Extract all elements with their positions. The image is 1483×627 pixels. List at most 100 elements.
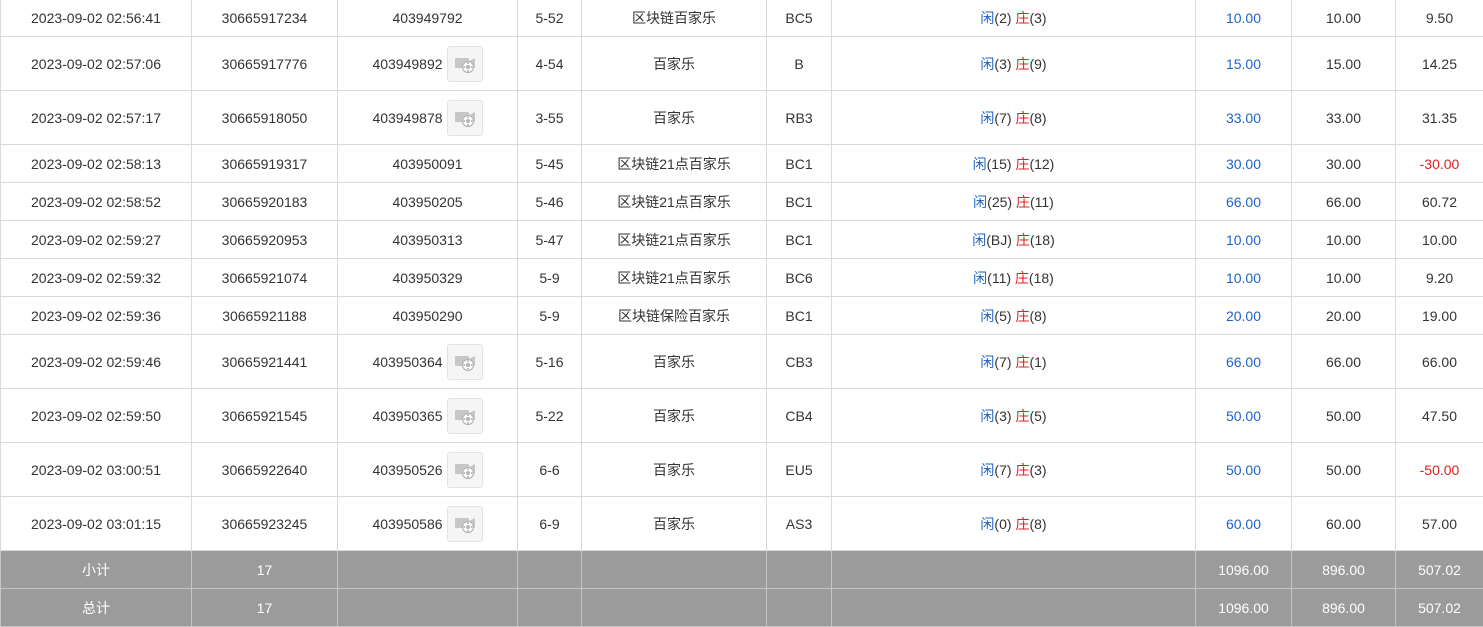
game-name: 百家乐 bbox=[582, 497, 767, 551]
banker-label: 庄 bbox=[1015, 10, 1029, 26]
player-value: (7) bbox=[994, 110, 1011, 126]
game-result: 闲(5) 庄(8) bbox=[832, 297, 1196, 335]
bet-number: 30665921188 bbox=[192, 297, 338, 335]
banker-label: 庄 bbox=[1015, 408, 1029, 424]
round-id: 403950329 bbox=[392, 270, 462, 286]
game-name: 百家乐 bbox=[582, 335, 767, 389]
bet-number: 30665923245 bbox=[192, 497, 338, 551]
game-result: 闲(3) 庄(5) bbox=[832, 389, 1196, 443]
total-result: 507.02 bbox=[1396, 589, 1483, 627]
game-result: 闲(3) 庄(9) bbox=[832, 37, 1196, 91]
table-row: 2023-09-02 02:59:27 30665920953 40395031… bbox=[1, 221, 1483, 259]
video-replay-icon[interactable] bbox=[447, 398, 483, 434]
total-label: 总计 bbox=[1, 589, 192, 627]
game-result: 闲(25) 庄(11) bbox=[832, 183, 1196, 221]
table-row: 2023-09-02 02:59:50 30665921545 40395036… bbox=[1, 389, 1483, 443]
total-count: 17 bbox=[192, 589, 338, 627]
round-id-cell: 403950205 bbox=[338, 183, 518, 221]
win-loss: 60.72 bbox=[1396, 183, 1483, 221]
round-id-cell: 403949892 bbox=[338, 37, 518, 91]
round-id-cell: 403950365 bbox=[338, 389, 518, 443]
table-number: 5-52 bbox=[518, 0, 582, 37]
player-value: (2) bbox=[994, 10, 1011, 26]
valid-amount: 66.00 bbox=[1292, 183, 1396, 221]
table-number: 6-9 bbox=[518, 497, 582, 551]
player-value: (7) bbox=[994, 354, 1011, 370]
win-loss: 57.00 bbox=[1396, 497, 1483, 551]
bet-number: 30665920183 bbox=[192, 183, 338, 221]
player-label: 闲 bbox=[980, 354, 994, 370]
bet-time: 2023-09-02 02:58:13 bbox=[1, 145, 192, 183]
game-name: 区块链保险百家乐 bbox=[582, 297, 767, 335]
player-label: 闲 bbox=[980, 516, 994, 532]
bet-time: 2023-09-02 02:59:50 bbox=[1, 389, 192, 443]
table-row: 2023-09-02 03:01:15 30665923245 40395058… bbox=[1, 497, 1483, 551]
win-loss: 31.35 bbox=[1396, 91, 1483, 145]
seat-code: BC1 bbox=[767, 297, 832, 335]
player-label: 闲 bbox=[972, 232, 986, 248]
bet-time: 2023-09-02 02:59:27 bbox=[1, 221, 192, 259]
round-id-cell: 403949792 bbox=[338, 0, 518, 37]
banker-value: (18) bbox=[1030, 232, 1055, 248]
video-replay-icon[interactable] bbox=[447, 344, 483, 380]
game-name: 区块链21点百家乐 bbox=[582, 221, 767, 259]
video-replay-icon[interactable] bbox=[447, 46, 483, 82]
table-row: 2023-09-02 02:58:52 30665920183 40395020… bbox=[1, 183, 1483, 221]
valid-amount: 50.00 bbox=[1292, 389, 1396, 443]
banker-value: (18) bbox=[1029, 270, 1054, 286]
win-loss: -30.00 bbox=[1396, 145, 1483, 183]
banker-value: (11) bbox=[1030, 194, 1054, 210]
game-name: 百家乐 bbox=[582, 389, 767, 443]
valid-amount: 30.00 bbox=[1292, 145, 1396, 183]
valid-amount: 60.00 bbox=[1292, 497, 1396, 551]
bet-number: 30665917234 bbox=[192, 0, 338, 37]
banker-label: 庄 bbox=[1016, 194, 1030, 210]
player-label: 闲 bbox=[980, 408, 994, 424]
game-name: 区块链21点百家乐 bbox=[582, 145, 767, 183]
win-loss: 14.25 bbox=[1396, 37, 1483, 91]
table-number: 6-6 bbox=[518, 443, 582, 497]
video-replay-icon[interactable] bbox=[447, 452, 483, 488]
player-label: 闲 bbox=[980, 56, 994, 72]
valid-amount: 50.00 bbox=[1292, 443, 1396, 497]
game-result: 闲(2) 庄(3) bbox=[832, 0, 1196, 37]
video-replay-icon[interactable] bbox=[447, 506, 483, 542]
round-id: 403949878 bbox=[372, 110, 442, 126]
seat-code: AS3 bbox=[767, 497, 832, 551]
banker-value: (8) bbox=[1029, 110, 1046, 126]
table-row: 2023-09-02 02:57:06 30665917776 40394989… bbox=[1, 37, 1483, 91]
total-valid: 896.00 bbox=[1292, 589, 1396, 627]
table-row: 2023-09-02 02:58:13 30665919317 40395009… bbox=[1, 145, 1483, 183]
game-result: 闲(11) 庄(18) bbox=[832, 259, 1196, 297]
banker-value: (1) bbox=[1029, 354, 1046, 370]
table-number: 5-47 bbox=[518, 221, 582, 259]
bet-amount: 10.00 bbox=[1196, 0, 1292, 37]
subtotal-row: 小计 17 1096.00 896.00 507.02 bbox=[1, 551, 1483, 589]
bet-amount: 33.00 bbox=[1196, 91, 1292, 145]
seat-code: CB4 bbox=[767, 389, 832, 443]
game-result: 闲(7) 庄(3) bbox=[832, 443, 1196, 497]
table-row: 2023-09-02 02:57:17 30665918050 40394987… bbox=[1, 91, 1483, 145]
round-id-cell: 403950290 bbox=[338, 297, 518, 335]
game-name: 区块链百家乐 bbox=[582, 0, 767, 37]
bet-amount: 15.00 bbox=[1196, 37, 1292, 91]
round-id: 403950586 bbox=[372, 516, 442, 532]
seat-code: BC6 bbox=[767, 259, 832, 297]
bet-number: 30665922640 bbox=[192, 443, 338, 497]
bet-amount: 50.00 bbox=[1196, 443, 1292, 497]
video-replay-icon[interactable] bbox=[447, 100, 483, 136]
table-row: 2023-09-02 03:00:51 30665922640 40395052… bbox=[1, 443, 1483, 497]
banker-label: 庄 bbox=[1015, 354, 1029, 370]
player-value: (5) bbox=[994, 308, 1011, 324]
table-number: 5-16 bbox=[518, 335, 582, 389]
seat-code: BC1 bbox=[767, 221, 832, 259]
bet-time: 2023-09-02 02:59:32 bbox=[1, 259, 192, 297]
table-number: 5-22 bbox=[518, 389, 582, 443]
table-number: 4-54 bbox=[518, 37, 582, 91]
bet-time: 2023-09-02 03:01:15 bbox=[1, 497, 192, 551]
game-name: 百家乐 bbox=[582, 37, 767, 91]
round-id-cell: 403950526 bbox=[338, 443, 518, 497]
valid-amount: 33.00 bbox=[1292, 91, 1396, 145]
bet-number: 30665921441 bbox=[192, 335, 338, 389]
valid-amount: 10.00 bbox=[1292, 221, 1396, 259]
